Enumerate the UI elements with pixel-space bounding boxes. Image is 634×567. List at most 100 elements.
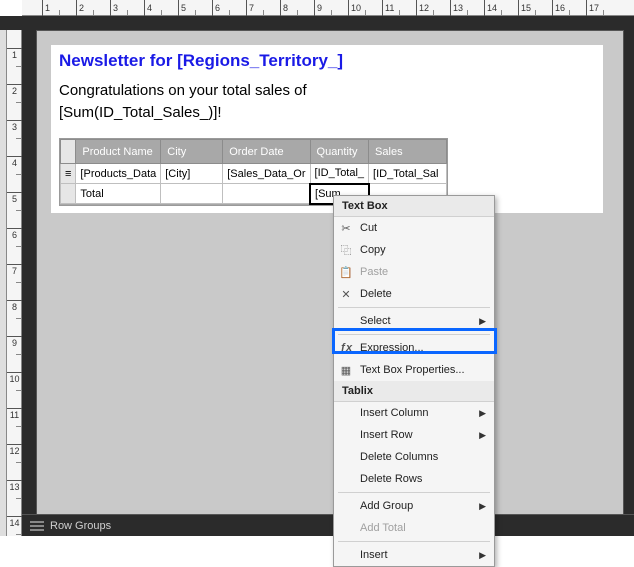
- ctx-tbprops-label: Text Box Properties...: [360, 364, 486, 376]
- col-header-quantity[interactable]: Quantity: [310, 140, 369, 164]
- data-row: ≡ [Products_Data [City] [Sales_Data_Or […: [61, 164, 447, 184]
- paste-icon: 📋: [338, 264, 354, 280]
- h-ruler-tick: 4: [144, 0, 152, 16]
- col-header-product[interactable]: Product Name: [76, 140, 161, 164]
- design-canvas: Newsletter for [Regions_Territory_] Cong…: [22, 16, 634, 536]
- ctx-sep2: [338, 334, 490, 335]
- ctx-delcols-label: Delete Columns: [360, 451, 486, 463]
- ctx-sep1: [338, 307, 490, 308]
- row-handle-total[interactable]: [61, 184, 76, 204]
- v-ruler-tick: 11: [7, 408, 22, 420]
- cell-product[interactable]: [Products_Data: [76, 164, 161, 184]
- h-ruler-tick: 9: [314, 0, 322, 16]
- row-handle-data[interactable]: ≡: [61, 164, 76, 184]
- h-ruler-tick: 17: [586, 0, 599, 16]
- fx-icon: ƒx: [338, 340, 354, 356]
- cell-quantity[interactable]: [ID_Total_: [310, 164, 369, 184]
- h-ruler-tick: 12: [416, 0, 429, 16]
- chevron-right-icon: ▶: [479, 550, 486, 561]
- ctx-delete[interactable]: ✕ Delete: [334, 283, 494, 305]
- ctx-insert-label: Insert: [360, 549, 473, 561]
- h-ruler-tick: 8: [280, 0, 288, 16]
- groups-bar: Row Groups: [22, 514, 634, 536]
- col-header-city[interactable]: City: [161, 140, 223, 164]
- h-ruler-tick: 16: [552, 0, 565, 16]
- ctx-add-group[interactable]: Add Group ▶: [334, 495, 494, 517]
- ctx-select[interactable]: Select ▶: [334, 310, 494, 332]
- cell-sales[interactable]: [ID_Total_Sal: [369, 164, 447, 184]
- ctx-textbox-properties[interactable]: ▦ Text Box Properties...: [334, 359, 494, 381]
- h-ruler-tick: 5: [178, 0, 186, 16]
- ctx-copy[interactable]: ⿻ Copy: [334, 239, 494, 261]
- ctx-cut-label: Cut: [360, 222, 486, 234]
- horizontal-ruler: 1234567891011121314151617: [22, 0, 634, 16]
- corner-handle[interactable]: [61, 140, 76, 164]
- v-ruler-tick: 8: [7, 300, 22, 312]
- h-ruler-tick: 7: [246, 0, 254, 16]
- h-ruler-tick: 1: [42, 0, 50, 16]
- v-ruler-tick: 6: [7, 228, 22, 240]
- ctx-paste-label: Paste: [360, 266, 486, 278]
- cell-orderdate[interactable]: [Sales_Data_Or: [223, 164, 310, 184]
- copy-icon: ⿻: [338, 242, 354, 258]
- v-ruler-tick: 9: [7, 336, 22, 348]
- ctx-select-label: Select: [360, 315, 473, 327]
- ctx-insert-column[interactable]: Insert Column ▶: [334, 402, 494, 424]
- ctx-cut[interactable]: ✂ Cut: [334, 217, 494, 239]
- ctx-expression-label: Expression...: [360, 342, 486, 354]
- ctx-expression[interactable]: ƒx Expression...: [334, 337, 494, 359]
- v-ruler-tick: 2: [7, 84, 22, 96]
- ctx-header-textbox: Text Box: [334, 196, 494, 217]
- chevron-right-icon: ▶: [479, 501, 486, 512]
- ctx-sep4: [338, 541, 490, 542]
- v-ruler-tick: 13: [7, 480, 22, 492]
- ctx-insert[interactable]: Insert ▶: [334, 544, 494, 566]
- row-groups-icon: [30, 521, 44, 531]
- ctx-delrows-label: Delete Rows: [360, 473, 486, 485]
- ctx-delete-columns[interactable]: Delete Columns: [334, 446, 494, 468]
- v-ruler-tick: 12: [7, 444, 22, 456]
- header-row: Product Name City Order Date Quantity Sa…: [61, 140, 447, 164]
- scissors-icon: ✂: [338, 220, 354, 236]
- v-ruler-tick: 10: [7, 372, 22, 384]
- h-ruler-tick: 14: [484, 0, 497, 16]
- ctx-addtotal-label: Add Total: [360, 522, 486, 534]
- ctx-delete-label: Delete: [360, 288, 486, 300]
- ctx-inscol-label: Insert Column: [360, 407, 473, 419]
- blank-icon: [338, 313, 354, 329]
- chevron-right-icon: ▶: [479, 408, 486, 419]
- ctx-copy-label: Copy: [360, 244, 486, 256]
- cell-city[interactable]: [City]: [161, 164, 223, 184]
- h-ruler-tick: 15: [518, 0, 531, 16]
- v-ruler-tick: 1: [7, 48, 22, 60]
- context-menu: Text Box ✂ Cut ⿻ Copy 📋 Paste ✕ Delete S…: [333, 195, 495, 567]
- ctx-insert-row[interactable]: Insert Row ▶: [334, 424, 494, 446]
- total-label[interactable]: Total: [76, 184, 161, 204]
- left-strip: 1234567891011121314: [0, 16, 22, 536]
- total-empty2[interactable]: [223, 184, 310, 204]
- h-ruler-tick: 10: [348, 0, 361, 16]
- design-surface[interactable]: Newsletter for [Regions_Territory_] Cong…: [36, 30, 624, 522]
- report-body[interactable]: Newsletter for [Regions_Territory_] Cong…: [51, 45, 603, 213]
- h-ruler-tick: 3: [110, 0, 118, 16]
- h-ruler-tick: 2: [76, 0, 84, 16]
- body-text-line2[interactable]: [Sum(ID_Total_Sales_)]!: [53, 103, 601, 125]
- v-ruler-tick: 5: [7, 192, 22, 204]
- v-ruler-tick: 7: [7, 264, 22, 276]
- h-ruler-tick: 13: [450, 0, 463, 16]
- report-title[interactable]: Newsletter for [Regions_Territory_]: [53, 47, 601, 81]
- ctx-sep3: [338, 492, 490, 493]
- v-ruler-tick: 3: [7, 120, 22, 132]
- total-empty1[interactable]: [161, 184, 223, 204]
- col-header-orderdate[interactable]: Order Date: [223, 140, 310, 164]
- h-ruler-tick: 6: [212, 0, 220, 16]
- ctx-header-tablix: Tablix: [334, 381, 494, 402]
- row-groups-label: Row Groups: [50, 520, 111, 532]
- body-text-line1[interactable]: Congratulations on your total sales of: [53, 81, 601, 103]
- delete-icon: ✕: [338, 286, 354, 302]
- chevron-right-icon: ▶: [479, 430, 486, 441]
- app-frame: 1234567891011121314151617 12345678910111…: [0, 0, 634, 536]
- v-ruler-tick: 4: [7, 156, 22, 168]
- ctx-delete-rows[interactable]: Delete Rows: [334, 468, 494, 490]
- col-header-sales[interactable]: Sales: [369, 140, 447, 164]
